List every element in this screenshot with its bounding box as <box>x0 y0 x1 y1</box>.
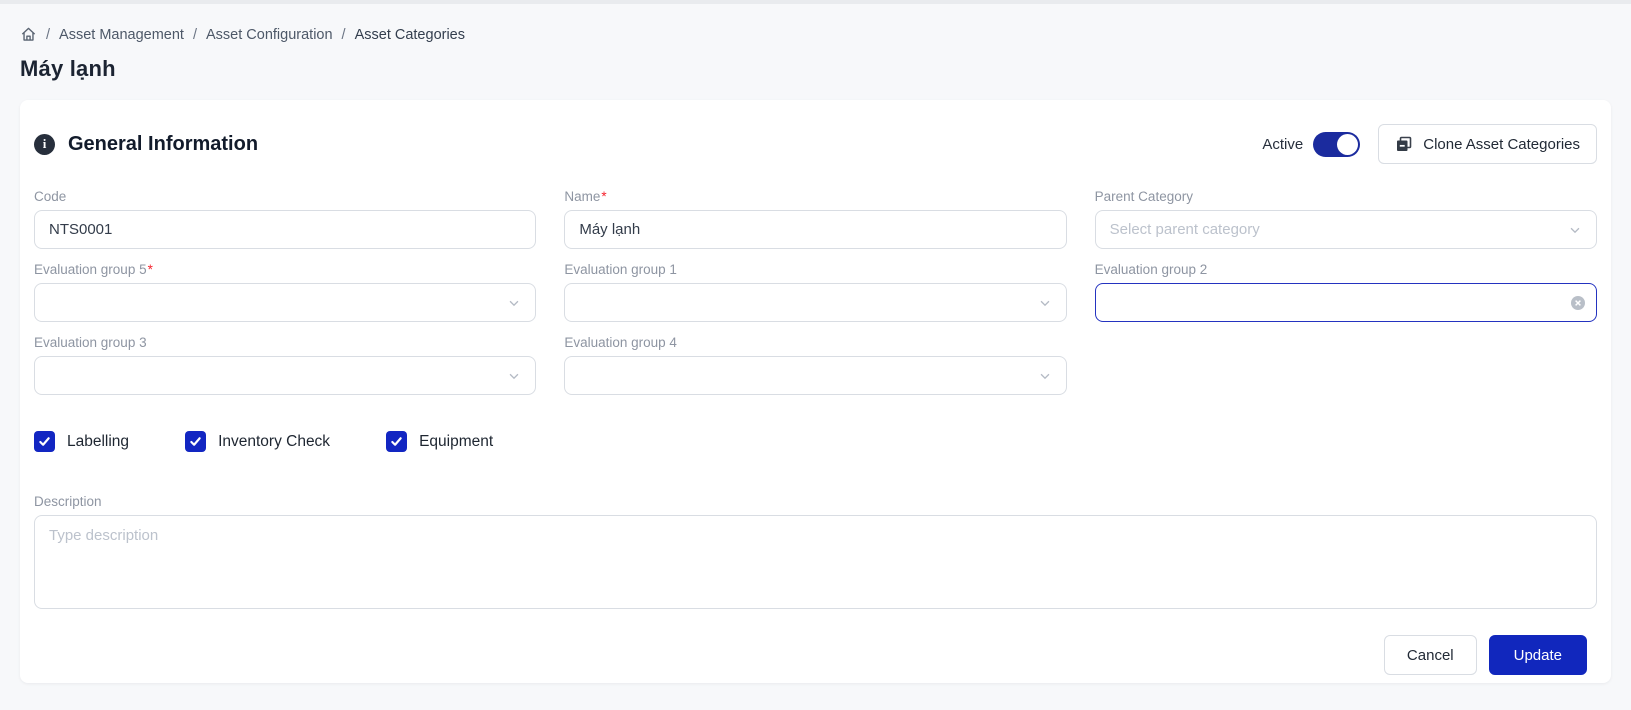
general-information-card: i General Information Active Clone Asse <box>20 100 1611 683</box>
breadcrumb-separator: / <box>342 27 346 43</box>
toggle-knob <box>1337 134 1358 155</box>
home-icon[interactable] <box>20 26 37 43</box>
breadcrumb-asset-configuration[interactable]: Asset Configuration <box>206 27 333 43</box>
field-eval-group-2: Evaluation group 2 <box>1095 262 1597 322</box>
breadcrumb: / Asset Management / Asset Configuration… <box>20 26 1631 43</box>
parent-category-select[interactable]: Select parent category <box>1095 210 1597 249</box>
field-empty-cell <box>1095 335 1597 395</box>
code-label: Code <box>34 189 536 204</box>
breadcrumb-separator: / <box>193 27 197 43</box>
card-header: i General Information Active Clone Asse <box>33 124 1598 164</box>
parent-category-label: Parent Category <box>1095 189 1597 204</box>
eval-group-3-label: Evaluation group 3 <box>34 335 536 350</box>
eval-group-5-select[interactable] <box>34 283 536 322</box>
code-input[interactable] <box>34 210 536 249</box>
chevron-down-icon <box>1038 296 1052 310</box>
eval-group-1-label: Evaluation group 1 <box>564 262 1066 277</box>
checkbox-equipment[interactable]: Equipment <box>386 431 493 452</box>
field-eval-group-1: Evaluation group 1 <box>564 262 1066 322</box>
breadcrumb-asset-categories: Asset Categories <box>355 27 465 43</box>
form-grid: Code Name* Parent Category Select parent… <box>33 189 1598 395</box>
active-label: Active <box>1262 136 1303 153</box>
eval-group-2-input[interactable] <box>1095 283 1597 322</box>
active-toggle[interactable] <box>1313 132 1360 157</box>
required-asterisk: * <box>601 189 606 204</box>
field-eval-group-5: Evaluation group 5* <box>34 262 536 322</box>
checkbox-label: Labelling <box>67 433 129 451</box>
checked-checkbox-icon <box>386 431 407 452</box>
card-footer: Cancel Update <box>33 635 1598 675</box>
description-label: Description <box>34 494 1597 509</box>
field-eval-group-4: Evaluation group 4 <box>564 335 1066 395</box>
field-eval-group-3: Evaluation group 3 <box>34 335 536 395</box>
breadcrumb-separator: / <box>46 27 50 43</box>
chevron-down-icon <box>507 296 521 310</box>
section-title: General Information <box>68 133 258 156</box>
checkbox-label: Equipment <box>419 433 493 451</box>
description-block: Description <box>33 494 1598 614</box>
clone-icon <box>1395 135 1413 153</box>
eval-group-3-select[interactable] <box>34 356 536 395</box>
chevron-down-icon <box>507 369 521 383</box>
update-button[interactable]: Update <box>1489 635 1587 675</box>
name-label: Name* <box>564 189 1066 204</box>
field-parent-category: Parent Category Select parent category <box>1095 189 1597 249</box>
checked-checkbox-icon <box>34 431 55 452</box>
checked-checkbox-icon <box>185 431 206 452</box>
checkbox-labelling[interactable]: Labelling <box>34 431 129 452</box>
top-strip <box>0 0 1631 4</box>
eval-group-5-label: Evaluation group 5* <box>34 262 536 277</box>
eval-group-1-select[interactable] <box>564 283 1066 322</box>
parent-category-placeholder: Select parent category <box>1110 221 1260 238</box>
clone-asset-categories-button[interactable]: Clone Asset Categories <box>1378 124 1597 164</box>
page-title: Máy lạnh <box>20 56 1631 82</box>
clear-icon[interactable] <box>1570 295 1586 311</box>
checkbox-label: Inventory Check <box>218 433 330 451</box>
field-code: Code <box>34 189 536 249</box>
chevron-down-icon <box>1038 369 1052 383</box>
eval-group-4-label: Evaluation group 4 <box>564 335 1066 350</box>
field-name: Name* <box>564 189 1066 249</box>
clone-button-label: Clone Asset Categories <box>1423 136 1580 153</box>
cancel-button[interactable]: Cancel <box>1384 635 1477 675</box>
checkbox-inventory-check[interactable]: Inventory Check <box>185 431 330 452</box>
info-icon: i <box>34 134 55 155</box>
eval-group-4-select[interactable] <box>564 356 1066 395</box>
required-asterisk: * <box>148 262 153 277</box>
name-input[interactable] <box>564 210 1066 249</box>
description-textarea[interactable] <box>34 515 1597 609</box>
eval-group-2-label: Evaluation group 2 <box>1095 262 1597 277</box>
breadcrumb-asset-management[interactable]: Asset Management <box>59 27 184 43</box>
chevron-down-icon <box>1568 223 1582 237</box>
checkbox-row: Labelling Inventory Check Equipment <box>33 431 1598 452</box>
